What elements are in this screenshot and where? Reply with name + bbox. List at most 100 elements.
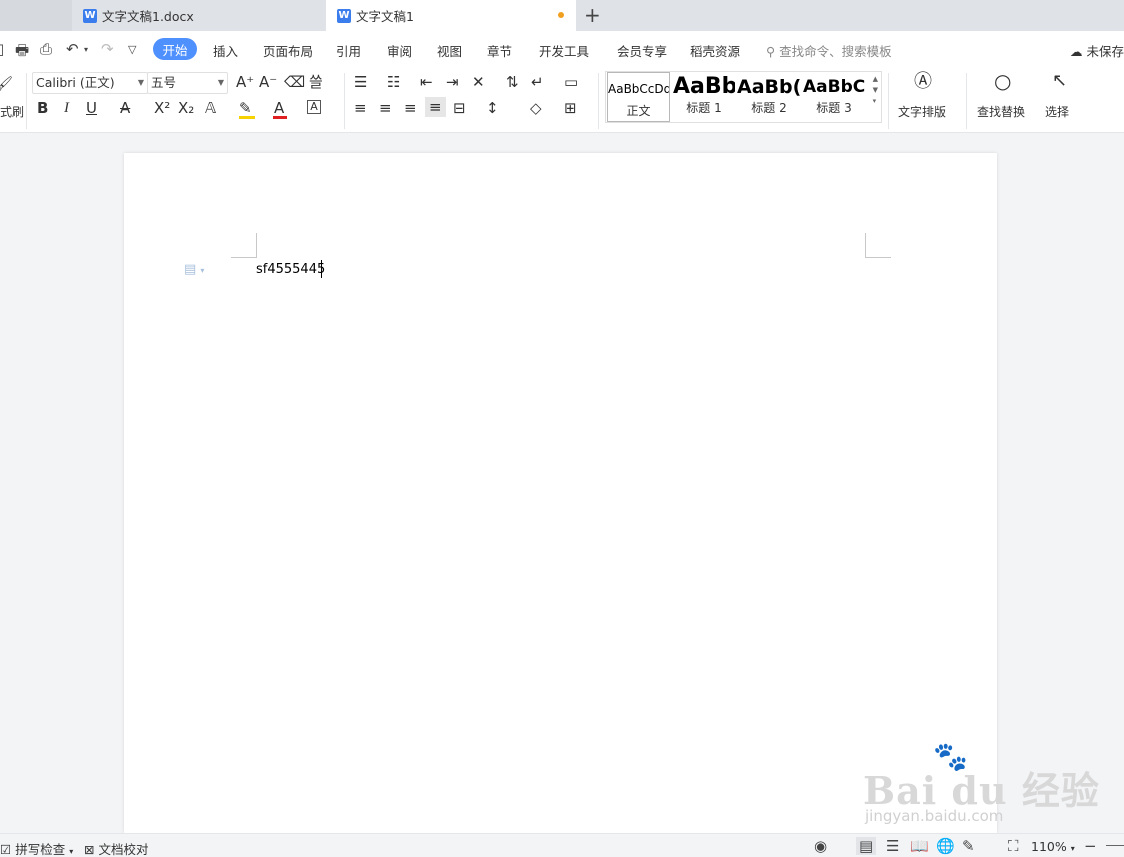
redo-icon[interactable]: ↷ [101,40,114,58]
underline-icon[interactable]: U [86,99,97,117]
zoom-out-icon[interactable]: − [1084,837,1097,855]
chinese-layout-icon[interactable]: ✕ [472,73,485,91]
outline-view-icon[interactable]: ☰ [886,837,899,855]
tab-label: 文字文稿1 [356,9,414,24]
write-mode-icon[interactable]: ✎ [962,837,975,855]
menu-view[interactable]: 视图 [437,41,462,60]
numbered-list-icon[interactable]: ☷ [387,73,400,91]
divider [344,73,345,129]
menu-bar: ▯ 🖶 ⎙ ↶ ▾ ↷ ▽ 开始 插入 页面布局 引用 审阅 视图 章节 开发工… [0,31,1124,67]
menu-references[interactable]: 引用 [336,41,361,60]
borders-icon[interactable]: ⊞ [564,99,577,117]
document-body-text[interactable]: sf4555445 [256,262,325,277]
print-preview-icon[interactable]: ⎙ [40,40,52,58]
fit-page-icon[interactable]: ⛶ [1008,837,1019,855]
writer-doc-icon: W [337,8,351,23]
menu-section[interactable]: 章节 [487,41,512,60]
new-tab-button[interactable]: + [584,3,601,27]
undo-dropdown-icon[interactable]: ▾ [84,45,88,54]
styles-scroll-icon[interactable]: ▲ ▼ ▾ [873,74,878,107]
select-label[interactable]: 选择 [1045,103,1069,120]
align-right-icon[interactable]: ≡ [404,99,417,117]
align-center-icon[interactable]: ≡ [379,99,392,117]
menu-insert[interactable]: 插入 [213,41,238,60]
undo-icon[interactable]: ↶ [66,40,79,58]
font-size-select[interactable]: 五号 ▼ [147,72,228,94]
find-replace-icon[interactable]: ○ [994,71,1011,91]
style-normal[interactable]: AaBbCcDd 正文 [607,72,670,122]
menu-docer-resources[interactable]: 稻壳资源 [690,41,740,60]
page-view-icon[interactable]: ▤ [856,837,877,855]
highlight-color-icon[interactable]: ✎ [239,99,252,117]
style-heading-2[interactable]: AaBb( 标题 2 [737,72,801,122]
tab-document-docx[interactable]: W 文字文稿1.docx [72,0,324,31]
style-heading-3[interactable]: AaBbC( 标题 3 [803,72,865,122]
quick-access-menu-icon[interactable]: ▽ [128,43,136,56]
sort-icon[interactable]: ⇅ [506,73,519,91]
cloud-save-status[interactable]: ☁ 未保存 [1070,41,1124,60]
menu-developer[interactable]: 开发工具 [539,41,589,60]
format-painter-icon[interactable]: 🖌 [0,75,13,93]
subscript-icon[interactable]: X₂ [178,99,194,117]
character-border-icon[interactable]: A [307,100,321,114]
menu-page-layout[interactable]: 页面布局 [263,41,313,60]
bullet-list-icon[interactable]: ☰ [354,73,367,91]
reading-view-icon[interactable]: 📖 [910,837,929,855]
spell-check-button[interactable]: ☑ 拼写检查 ▾ [0,839,73,857]
justify-icon[interactable]: ≡ [425,97,446,117]
format-painter-label[interactable]: 式刷 [0,103,24,120]
find-replace-label[interactable]: 查找替换 [977,103,1025,120]
font-name-value: Calibri (正文) [36,75,115,90]
clear-format-icon[interactable]: ⌫ [284,73,305,91]
style-heading-1[interactable]: AaBb 标题 1 [673,72,735,122]
tab-document-active[interactable]: W 文字文稿1 [326,0,576,31]
zoom-slider[interactable] [1106,845,1124,846]
watermark: 🐾 Bai du 经验 jingyan.baidu.com [860,740,1099,830]
italic-icon[interactable]: I [64,99,69,117]
proofread-icon: ⊠ [84,842,95,857]
decrease-indent-icon[interactable]: ⇤ [420,73,433,91]
divider [966,73,967,129]
zoom-level[interactable]: 110% ▾ [1031,839,1075,854]
align-left-icon[interactable]: ≡ [354,99,367,117]
chevron-down-icon: ▾ [1070,844,1075,853]
phonetic-guide-icon[interactable]: 쓸 [309,73,323,91]
web-view-icon[interactable]: 🌐 [936,837,955,855]
show-marks-icon[interactable]: ↵ [531,73,544,91]
print-icon[interactable]: 🖶 [15,40,29,65]
distributed-icon[interactable]: ⊟ [453,99,466,117]
style-sample: AaBbC( [803,77,865,97]
command-search[interactable]: ⚲ 查找命令、搜索模板 [766,41,892,60]
proofread-button[interactable]: ⊠ 文档校对 [84,839,148,857]
text-layout-icon[interactable]: Ⓐ [914,73,932,91]
text-cursor [321,260,322,278]
eye-protection-icon[interactable]: ◉ [814,837,827,855]
style-sample: AaBbCcDd [608,82,669,96]
menu-membership[interactable]: 会员专享 [617,41,667,60]
spell-check-label: 拼写检查 [15,842,66,857]
superscript-icon[interactable]: X² [154,99,170,117]
increase-indent-icon[interactable]: ⇥ [446,73,459,91]
style-sample: AaBb( [737,76,801,98]
styles-gallery: AaBbCcDd 正文 AaBb 标题 1 AaBb( 标题 2 AaBbC( … [605,71,882,123]
select-cursor-icon[interactable]: ↖ [1052,72,1067,90]
text-effect-icon[interactable]: 𝔸 [205,99,216,117]
ruler-icon[interactable]: ▭ [564,73,578,91]
menu-home[interactable]: 开始 [153,38,197,60]
search-icon: ⚲ [766,44,776,59]
grow-font-icon[interactable]: A⁺ [236,73,254,91]
menu-review[interactable]: 审阅 [387,41,412,60]
font-name-select[interactable]: Calibri (正文) ▼ [32,72,148,94]
paragraph-layout-icon[interactable]: ▤ ▾ [184,262,204,277]
bold-icon[interactable]: B [37,99,48,117]
divider [888,73,889,129]
text-layout-label[interactable]: 文字排版 [898,103,946,120]
style-name: 标题 2 [751,101,787,115]
open-icon[interactable]: ▯ [0,40,4,58]
line-spacing-icon[interactable]: ↕ [486,99,499,117]
strikethrough-icon[interactable]: A [120,99,130,117]
shrink-font-icon[interactable]: A⁻ [259,73,277,91]
font-color-icon[interactable]: A [274,99,284,117]
zoom-value: 110% [1031,839,1067,854]
shading-icon[interactable]: ◇ [530,99,542,117]
